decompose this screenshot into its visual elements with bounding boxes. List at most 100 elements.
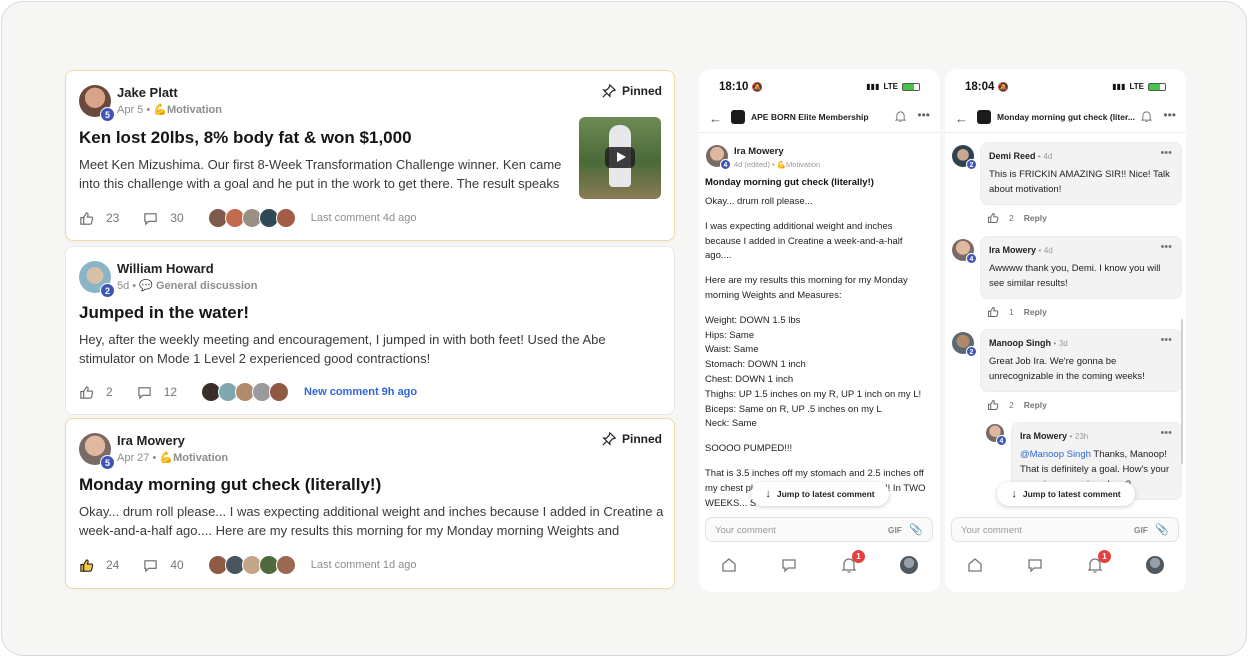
thumbs-up-icon xyxy=(80,385,94,399)
more-icon[interactable]: ••• xyxy=(1160,334,1172,346)
screenshot-frame: 5 Jake Platt Apr 5 • 💪Motivation Pinned … xyxy=(1,1,1247,656)
comments-button[interactable]: 12 xyxy=(137,385,177,400)
comment-count: 30 xyxy=(170,211,184,225)
comment-author[interactable]: Ira Mowery xyxy=(989,245,1036,255)
new-comment-link[interactable]: New comment 9h ago xyxy=(304,386,417,398)
back-arrow-icon[interactable]: ← xyxy=(955,111,968,126)
notification-badge: 1 xyxy=(852,550,865,563)
post-body[interactable]: Okay... drum roll please... I was expect… xyxy=(79,502,664,540)
like-count: 2 xyxy=(1009,213,1014,223)
status-bar: 18:04 🔕 ▮▮▮ LTE xyxy=(945,69,1186,105)
avatar[interactable]: 2 xyxy=(79,261,115,298)
post-author[interactable]: William Howard xyxy=(117,261,214,276)
thumbs-up-icon[interactable] xyxy=(987,306,999,318)
more-icon[interactable]: ••• xyxy=(1160,241,1172,253)
post-body-line: Weight: DOWN 1.5 lbs xyxy=(705,314,801,326)
comment-input[interactable]: Your comment GIF 📎 xyxy=(951,517,1179,542)
post-category[interactable]: Motivation xyxy=(786,160,820,169)
post-category[interactable]: Motivation xyxy=(173,452,228,464)
commenter-avatars[interactable] xyxy=(201,382,290,402)
video-thumbnail[interactable] xyxy=(579,117,661,199)
reply-button[interactable]: Reply xyxy=(1024,400,1047,410)
phone-comments-view: 18:04 🔕 ▮▮▮ LTE ← Monday morning gut che… xyxy=(945,69,1186,592)
post-author[interactable]: Jake Platt xyxy=(117,85,178,100)
back-arrow-icon[interactable]: ← xyxy=(709,111,722,126)
notifications-tab[interactable]: 1 xyxy=(840,550,865,574)
avatar[interactable]: 5 xyxy=(79,85,115,122)
more-icon[interactable]: ••• xyxy=(1160,427,1172,439)
post-title: Monday morning gut check (literally!) xyxy=(705,177,874,188)
post-category[interactable]: Motivation xyxy=(167,104,222,116)
paperclip-icon[interactable]: 📎 xyxy=(1155,523,1169,536)
post-category[interactable]: General discussion xyxy=(156,280,257,292)
more-icon[interactable]: ••• xyxy=(1160,147,1172,159)
level-badge: 4 xyxy=(966,253,977,264)
jump-to-latest-button[interactable]: ↓ Jump to latest comment xyxy=(751,482,889,506)
more-icon[interactable]: ••• xyxy=(1163,108,1176,122)
comment-actions: 2 Reply xyxy=(987,212,1047,224)
profile-tab[interactable] xyxy=(1146,556,1164,574)
chat-icon[interactable] xyxy=(1026,556,1044,574)
pinned-label: Pinned xyxy=(621,84,662,98)
post-title[interactable]: Monday morning gut check (literally!) xyxy=(79,475,381,495)
pin-icon xyxy=(602,84,616,98)
comment-age: 23h xyxy=(1074,432,1089,441)
post-body-line: SOOOO PUMPED!!! xyxy=(705,443,793,455)
play-icon[interactable] xyxy=(605,147,635,168)
commenter-avatars[interactable] xyxy=(207,208,296,228)
category-emoji: 💪 xyxy=(776,160,787,169)
post-body[interactable]: Hey, after the weekly meeting and encour… xyxy=(79,330,664,368)
post-author[interactable]: Ira Mowery xyxy=(117,433,185,448)
comment-author[interactable]: Manoop Singh xyxy=(989,338,1051,348)
home-icon[interactable] xyxy=(966,556,984,574)
comment-input[interactable]: Your comment GIF 📎 xyxy=(705,517,933,542)
more-icon[interactable]: ••• xyxy=(917,108,930,122)
comment-author[interactable]: Demi Reed xyxy=(989,151,1036,161)
jump-to-latest-button[interactable]: ↓ Jump to latest comment xyxy=(997,482,1135,506)
post-card[interactable]: 5 Jake Platt Apr 5 • 💪Motivation Pinned … xyxy=(65,70,675,241)
level-badge: 5 xyxy=(100,455,115,470)
post-body[interactable]: Meet Ken Mizushima. Our first 8-Week Tra… xyxy=(79,155,569,193)
like-button[interactable]: 24 xyxy=(79,558,119,573)
level-badge: 2 xyxy=(966,159,977,170)
profile-tab[interactable] xyxy=(900,556,918,574)
paperclip-icon[interactable]: 📎 xyxy=(909,523,923,536)
avatar xyxy=(269,382,290,402)
thumbs-up-icon xyxy=(80,558,94,572)
comment-actions: 1 Reply xyxy=(987,306,1047,318)
comment-icon xyxy=(144,559,158,572)
gif-button[interactable]: GIF xyxy=(888,525,902,535)
reply-button[interactable]: Reply xyxy=(1024,307,1047,317)
commenter-avatars[interactable] xyxy=(207,555,296,575)
reply-button[interactable]: Reply xyxy=(1024,213,1047,223)
post-title[interactable]: Jumped in the water! xyxy=(79,303,249,323)
scrollbar[interactable] xyxy=(1181,319,1183,464)
post-card[interactable]: 5 Ira Mowery Apr 27 • 💪Motivation Pinned… xyxy=(65,418,675,589)
comment-bubble: Manoop Singh • 3d ••• Great Job Ira. We'… xyxy=(980,329,1182,392)
thumbs-up-icon[interactable] xyxy=(987,212,999,224)
notifications-tab[interactable]: 1 xyxy=(1086,550,1111,574)
like-count: 2 xyxy=(1009,400,1014,410)
level-badge: 4 xyxy=(996,435,1007,446)
comment-author[interactable]: Ira Mowery xyxy=(1020,431,1067,441)
arrow-down-icon: ↓ xyxy=(765,488,771,500)
post-card[interactable]: 2 William Howard 5d • 💬 General discussi… xyxy=(65,246,675,415)
comments-button[interactable]: 30 xyxy=(143,211,184,226)
comment-count: 40 xyxy=(170,558,184,572)
bell-icon[interactable] xyxy=(895,110,906,123)
thumbs-up-icon[interactable] xyxy=(987,399,999,411)
bell-icon[interactable] xyxy=(1141,110,1152,123)
home-icon[interactable] xyxy=(720,556,738,574)
comments-button[interactable]: 40 xyxy=(143,558,184,573)
gif-button[interactable]: GIF xyxy=(1134,525,1148,535)
like-count: 2 xyxy=(106,385,113,399)
post-title[interactable]: Ken lost 20lbs, 8% body fat & won $1,000 xyxy=(79,128,412,148)
chat-icon[interactable] xyxy=(780,556,798,574)
like-button[interactable]: 2 xyxy=(79,385,113,400)
nav-title: Monday morning gut check (liter... xyxy=(997,112,1135,122)
mention-link[interactable]: @Manoop Singh xyxy=(1020,449,1091,460)
post-author[interactable]: Ira Mowery xyxy=(734,146,784,157)
like-button[interactable]: 23 xyxy=(79,211,119,226)
avatar xyxy=(275,555,296,575)
avatar[interactable]: 5 xyxy=(79,433,115,470)
